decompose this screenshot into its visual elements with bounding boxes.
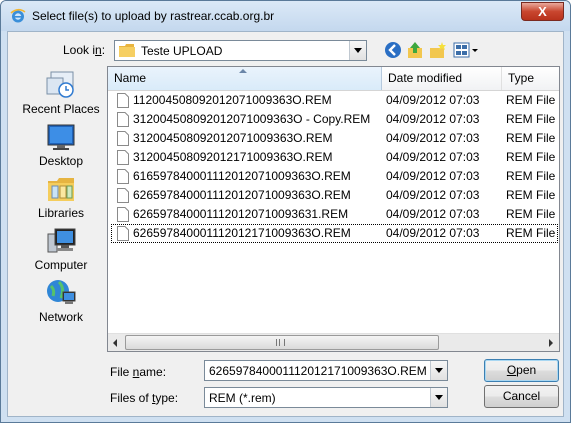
file-date: 04/09/2012 07:03 <box>386 188 480 202</box>
file-name: 312004508092012071009363O.REM <box>133 131 333 145</box>
file-name: 112004508092012071009363O.REM <box>133 93 332 107</box>
up-folder-icon[interactable] <box>406 41 424 59</box>
recent-places-icon <box>46 71 74 98</box>
file-icon <box>117 169 129 184</box>
file-type: REM File <box>506 93 556 107</box>
title-bar[interactable]: Select file(s) to upload by rastrear.cca… <box>1 1 570 31</box>
file-date: 04/09/2012 07:03 <box>386 169 480 183</box>
look-in-value: Teste UPLOAD <box>141 44 223 58</box>
file-type-label: Files of type: <box>110 391 179 405</box>
place-network[interactable]: Network <box>17 278 105 326</box>
file-row[interactable]: 616597840001112012071009363O.REM 04/09/2… <box>108 167 559 186</box>
computer-icon <box>47 228 76 253</box>
scroll-left-icon[interactable] <box>108 334 125 351</box>
file-date: 04/09/2012 07:03 <box>386 112 480 126</box>
close-button[interactable]: X <box>521 2 564 21</box>
file-icon <box>117 188 129 203</box>
file-name: 616597840001112012071009363O.REM <box>133 169 351 183</box>
grip-icon <box>276 339 285 346</box>
file-date: 04/09/2012 07:03 <box>386 207 480 221</box>
file-date: 04/09/2012 07:03 <box>386 131 480 145</box>
file-icon <box>117 112 129 127</box>
file-date: 04/09/2012 07:03 <box>386 226 480 240</box>
new-folder-icon[interactable] <box>429 41 447 59</box>
sort-ascending-icon <box>239 69 247 73</box>
view-menu-icon[interactable] <box>453 41 479 59</box>
file-type: REM File <box>506 188 556 202</box>
file-icon <box>117 131 129 146</box>
file-name: 312004508092012071009363O - Copy.REM <box>133 112 371 126</box>
scrollbar-thumb[interactable] <box>125 335 439 350</box>
file-type: REM File <box>506 207 556 221</box>
place-recent-places[interactable]: Recent Places <box>17 70 105 118</box>
place-desktop[interactable]: Desktop <box>17 122 105 170</box>
look-in-label: Look in: <box>63 43 106 57</box>
file-type-dropdown[interactable]: REM (*.rem) <box>204 387 448 408</box>
file-icon <box>117 226 129 241</box>
file-row[interactable]: 626597840001112012071009363O.REM 04/09/2… <box>108 186 559 205</box>
column-header-row: Name Date modified Type <box>108 67 559 91</box>
chevron-down-icon[interactable] <box>430 388 447 407</box>
file-upload-dialog: Select file(s) to upload by rastrear.cca… <box>0 0 571 423</box>
chevron-down-icon[interactable] <box>349 41 366 60</box>
file-type: REM File <box>506 169 556 183</box>
column-header-date[interactable]: Date modified <box>382 67 502 90</box>
file-name: 626597840001112012171009363O.REM <box>133 226 351 240</box>
file-row[interactable]: 312004508092012071009363O - Copy.REM 04/… <box>108 110 559 129</box>
folder-icon <box>119 44 135 57</box>
desktop-icon <box>47 124 75 150</box>
file-list[interactable]: Name Date modified Type 1120045080920120… <box>107 66 560 352</box>
file-type: REM File <box>506 150 556 164</box>
file-name-input[interactable]: 626597840001112012171009363O.REM <box>204 360 448 381</box>
file-type: REM File <box>506 131 556 145</box>
file-row[interactable]: 112004508092012071009363O.REM 04/09/2012… <box>108 91 559 110</box>
file-date: 04/09/2012 07:03 <box>386 150 480 164</box>
file-row[interactable]: 312004508092012171009363O.REM 04/09/2012… <box>108 148 559 167</box>
column-header-type[interactable]: Type <box>502 67 559 90</box>
open-button[interactable]: Open <box>484 359 559 382</box>
file-icon <box>117 150 129 165</box>
file-icon <box>117 207 129 222</box>
scroll-right-icon[interactable] <box>542 334 559 351</box>
place-label: Desktop <box>38 154 84 168</box>
file-type: REM File <box>506 112 556 126</box>
file-name: 626597840001112012071009363O.REM <box>133 188 351 202</box>
file-name-label: File name: <box>110 365 167 379</box>
file-type-value: REM (*.rem) <box>209 391 276 405</box>
look-in-dropdown[interactable]: Teste UPLOAD <box>114 40 367 61</box>
file-name: 312004508092012171009363O.REM <box>133 150 333 164</box>
network-icon <box>47 280 76 304</box>
cancel-button[interactable]: Cancel <box>484 385 559 408</box>
column-header-name[interactable]: Name <box>108 67 382 90</box>
chevron-down-icon[interactable] <box>430 361 447 380</box>
file-name: 6265978400011120120710093631.REM <box>133 207 349 221</box>
file-type: REM File <box>506 226 556 240</box>
places-bar: Recent Places Desktop Libraries Computer… <box>17 62 105 352</box>
file-icon <box>117 93 129 108</box>
back-icon[interactable] <box>384 41 402 59</box>
file-date: 04/09/2012 07:03 <box>386 93 480 107</box>
place-label: Network <box>38 310 83 324</box>
place-label: Computer <box>34 258 88 272</box>
libraries-icon <box>48 178 74 201</box>
file-row-focused[interactable]: 626597840001112012171009363O.REM 04/09/2… <box>111 224 558 243</box>
column-header-name-label: Name <box>114 71 147 85</box>
place-label: Recent Places <box>22 102 100 116</box>
file-row[interactable]: 6265978400011120120710093631.REM 04/09/2… <box>108 205 559 224</box>
place-libraries[interactable]: Libraries <box>17 174 105 222</box>
internet-explorer-icon <box>10 8 26 23</box>
file-name-value: 626597840001112012171009363O.REM <box>209 364 427 378</box>
place-label: Libraries <box>37 206 85 220</box>
place-computer[interactable]: Computer <box>17 226 105 274</box>
window-title: Select file(s) to upload by rastrear.cca… <box>32 9 275 23</box>
horizontal-scrollbar[interactable] <box>108 333 559 351</box>
dialog-body: Look in: Teste UPLOAD Recent Places Desk… <box>7 31 564 417</box>
file-row[interactable]: 312004508092012071009363O.REM 04/09/2012… <box>108 129 559 148</box>
